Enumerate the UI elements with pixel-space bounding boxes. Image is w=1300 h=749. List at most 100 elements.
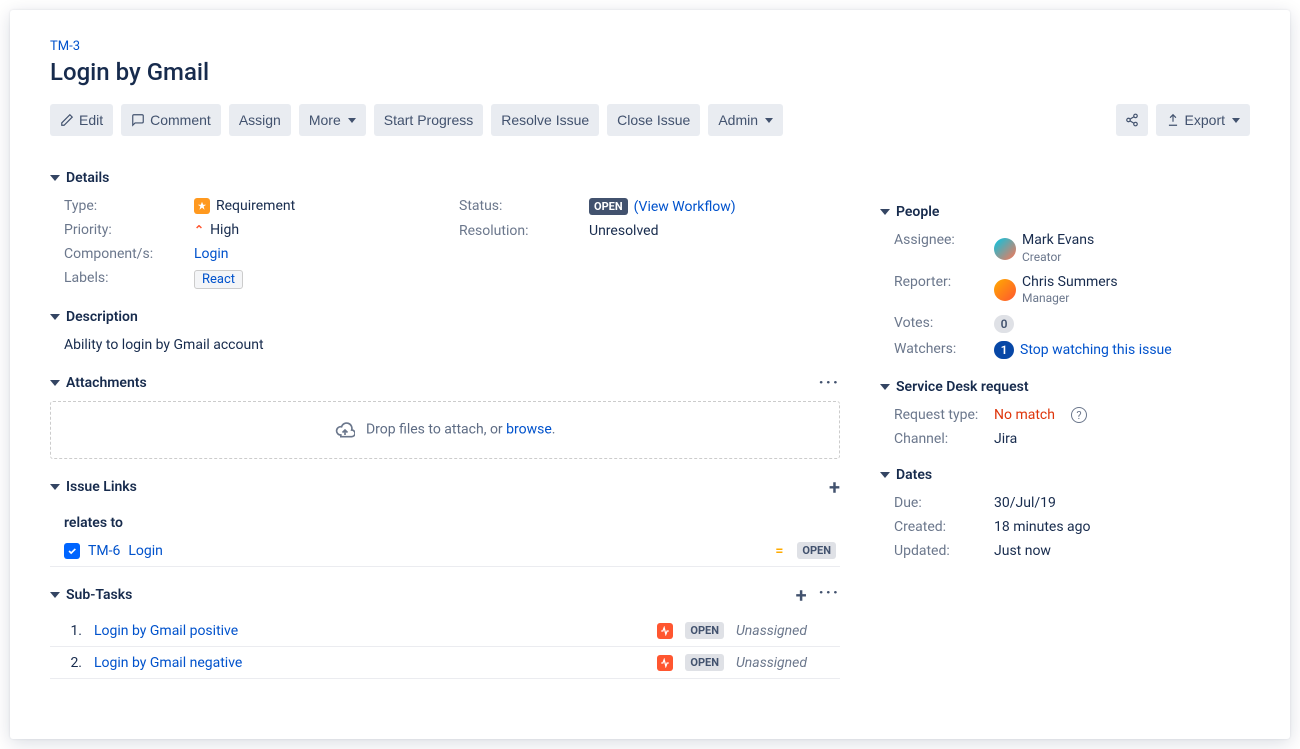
subtask-row[interactable]: 1. Login by Gmail positive OPEN Unassign… (50, 615, 840, 647)
type-value: Requirement (216, 198, 295, 214)
issue-key-link[interactable]: TM-3 (50, 39, 80, 54)
twisty-icon (50, 592, 60, 598)
details-header[interactable]: Details (50, 170, 840, 186)
linked-status-badge: OPEN (797, 542, 836, 559)
subtask-row[interactable]: 2. Login by Gmail negative OPEN Unassign… (50, 647, 840, 679)
label-tag[interactable]: React (194, 270, 243, 289)
priority-label: Priority: (64, 222, 194, 238)
request-type-value: No match (994, 407, 1055, 423)
issue-summary: Login by Gmail (50, 58, 1250, 86)
subtask-assignee: Unassigned (736, 623, 836, 639)
status-badge: OPEN (589, 198, 628, 215)
resolve-issue-button[interactable]: Resolve Issue (491, 104, 599, 136)
description-text: Ability to login by Gmail account (64, 337, 264, 353)
request-type-label: Request type: (894, 407, 994, 423)
twisty-icon (50, 314, 60, 320)
subtasks-more-icon[interactable]: ··· (819, 583, 840, 607)
close-issue-button[interactable]: Close Issue (607, 104, 700, 136)
channel-value: Jira (994, 431, 1250, 447)
subtask-number: 1. (64, 623, 82, 639)
edit-button[interactable]: Edit (50, 104, 113, 136)
priority-value: High (210, 222, 239, 238)
admin-button[interactable]: Admin (708, 104, 783, 136)
subtask-status-badge: OPEN (685, 622, 724, 639)
twisty-icon (50, 380, 60, 386)
chevron-down-icon (348, 118, 356, 123)
add-subtask-icon[interactable]: + (796, 583, 807, 607)
created-label: Created: (894, 519, 994, 535)
twisty-icon (880, 209, 890, 215)
avatar (994, 238, 1016, 260)
relates-to-label: relates to (50, 507, 840, 535)
test-type-icon (657, 655, 673, 671)
avatar (994, 279, 1016, 301)
components-value[interactable]: Login (194, 246, 229, 262)
start-progress-button[interactable]: Start Progress (374, 104, 483, 136)
help-icon[interactable]: ? (1071, 407, 1087, 423)
assignee-name[interactable]: Mark Evans (1022, 232, 1094, 248)
due-label: Due: (894, 495, 994, 511)
assign-button[interactable]: Assign (229, 104, 291, 136)
priority-medium-icon: = (775, 543, 783, 559)
reporter-name[interactable]: Chris Summers (1022, 274, 1118, 290)
view-workflow-link[interactable]: (View Workflow) (634, 199, 736, 215)
issue-view: TM-3 Login by Gmail Edit Comment Assign … (10, 10, 1290, 739)
votes-label: Votes: (894, 315, 994, 333)
toolbar: Edit Comment Assign More Start Progress … (50, 104, 1250, 136)
people-header[interactable]: People (880, 204, 1250, 220)
twisty-icon (880, 472, 890, 478)
share-button[interactable] (1116, 104, 1148, 136)
attachments-header[interactable]: Attachments ··· (50, 373, 840, 393)
dates-header[interactable]: Dates (880, 467, 1250, 483)
requirement-type-icon (194, 198, 210, 214)
pencil-icon (60, 113, 74, 127)
export-button[interactable]: Export (1156, 104, 1250, 136)
reporter-label: Reporter: (894, 274, 994, 308)
chevron-down-icon (1232, 118, 1240, 123)
side-column: People Assignee: Mark Evans Creator Repo… (880, 154, 1250, 679)
attachments-more-icon[interactable]: ··· (819, 373, 840, 393)
share-icon (1125, 113, 1139, 127)
labels-label: Labels: (64, 270, 194, 289)
reporter-role: Manager (1022, 291, 1069, 305)
votes-count: 0 (994, 315, 1014, 333)
updated-label: Updated: (894, 543, 994, 559)
browse-link[interactable]: browse (506, 422, 552, 438)
issue-links-header[interactable]: Issue Links + (50, 475, 840, 499)
cloud-upload-icon (335, 420, 355, 440)
export-icon (1166, 113, 1180, 127)
subtasks-header[interactable]: Sub-Tasks + ··· (50, 583, 840, 607)
subtask-link[interactable]: Login by Gmail negative (94, 655, 242, 671)
attachment-dropzone[interactable]: Drop files to attach, or browse. (50, 401, 840, 459)
assignee-role: Creator (1022, 250, 1061, 264)
linked-issue-text[interactable]: Login (128, 543, 163, 559)
comment-button[interactable]: Comment (121, 104, 221, 136)
subtask-status-badge: OPEN (685, 654, 724, 671)
watchers-label: Watchers: (894, 341, 994, 359)
linked-issue-key[interactable]: TM-6 (88, 543, 120, 559)
watchers-count: 1 (994, 341, 1014, 359)
twisty-icon (50, 175, 60, 181)
twisty-icon (50, 484, 60, 490)
subtask-assignee: Unassigned (736, 655, 836, 671)
task-type-icon (64, 543, 80, 559)
subtask-link[interactable]: Login by Gmail positive (94, 623, 238, 639)
issue-link-row[interactable]: TM-6 Login = OPEN (50, 535, 840, 567)
service-desk-header[interactable]: Service Desk request (880, 379, 1250, 395)
stop-watching-link[interactable]: Stop watching this issue (1020, 342, 1172, 358)
drop-text: Drop files to attach, or (366, 422, 506, 438)
priority-high-icon: ⌃ (194, 223, 204, 237)
more-button[interactable]: More (299, 104, 366, 136)
description-header[interactable]: Description (50, 309, 840, 325)
comment-icon (131, 113, 145, 127)
test-type-icon (657, 623, 673, 639)
add-link-icon[interactable]: + (829, 475, 840, 499)
resolution-value: Unresolved (589, 223, 840, 239)
channel-label: Channel: (894, 431, 994, 447)
assignee-label: Assignee: (894, 232, 994, 266)
due-value: 30/Jul/19 (994, 495, 1250, 511)
chevron-down-icon (765, 118, 773, 123)
created-value: 18 minutes ago (994, 519, 1250, 535)
status-label: Status: (459, 198, 589, 215)
subtask-number: 2. (64, 655, 82, 671)
